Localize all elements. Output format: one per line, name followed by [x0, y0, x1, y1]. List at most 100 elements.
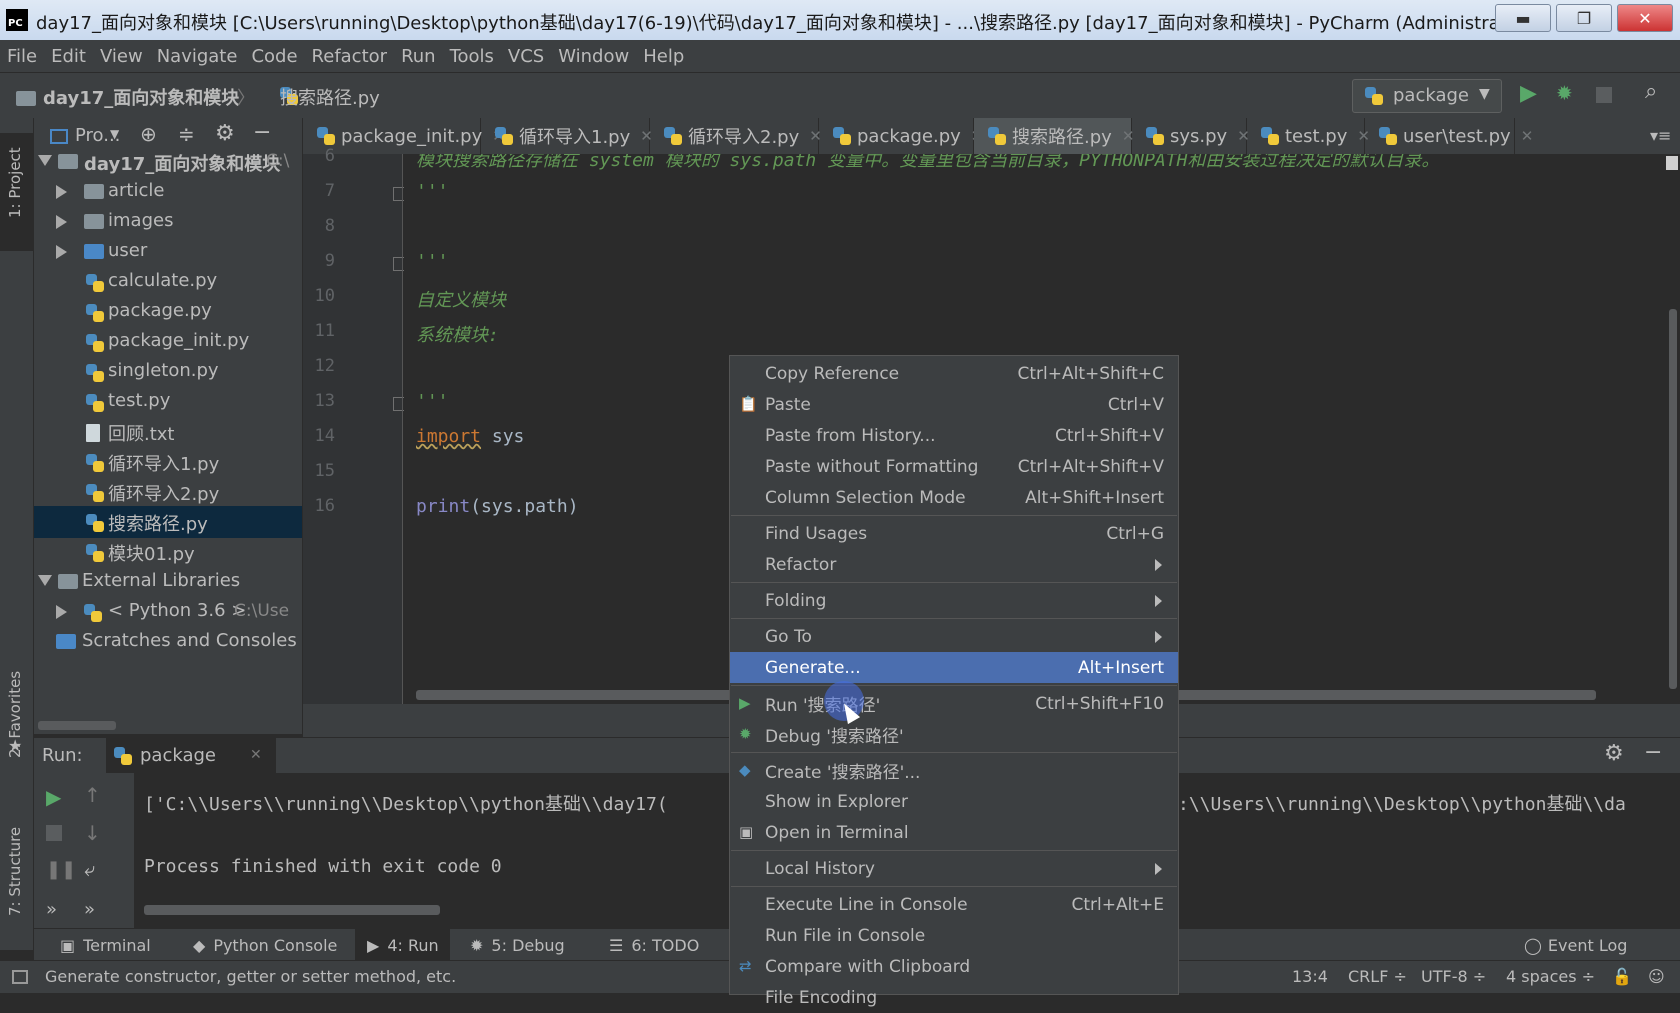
run-tab-package[interactable]: package ✕	[106, 738, 276, 774]
bottom-tab-todo[interactable]: ☰ 6: TODO	[597, 929, 722, 961]
hide-panel-icon[interactable]: −	[253, 120, 271, 145]
rerun-icon[interactable]: ▶	[46, 785, 61, 809]
collapse-all-icon[interactable]: ≑	[178, 122, 195, 146]
minimize-button[interactable]: ▬	[1495, 4, 1551, 32]
expand-right-icon[interactable]	[56, 215, 67, 229]
menu-item-run[interactable]: ▶ Run '搜索路径' Ctrl+Shift+F10	[730, 688, 1178, 719]
menu-item-run-file-in-console[interactable]: Run File in Console	[730, 920, 1178, 951]
menu-item-refactor[interactable]: Refactor	[730, 549, 1178, 580]
tree-item[interactable]: calculate.py	[34, 266, 302, 298]
menu-item-find-usages[interactable]: Find Usages Ctrl+G	[730, 518, 1178, 549]
stop-icon[interactable]	[1596, 87, 1612, 103]
tree-item[interactable]: < Python 3.6 > C:\Use	[34, 596, 302, 628]
inspector-icon[interactable]: ☺	[1648, 967, 1665, 986]
expand-down-icon[interactable]	[38, 575, 52, 586]
hide-panel-icon[interactable]: −	[1644, 740, 1662, 765]
tree-item[interactable]: 模块01.py	[34, 536, 302, 568]
menu-item-compare-with-clipboard[interactable]: ⇄ Compare with Clipboard	[730, 951, 1178, 982]
menu-item-generate[interactable]: Generate... Alt+Insert	[730, 652, 1178, 683]
expand-right-icon[interactable]	[56, 245, 67, 259]
breadcrumb-file[interactable]: 搜索路径.py	[280, 84, 380, 110]
close-tab-icon[interactable]: ✕	[250, 747, 262, 763]
tree-item[interactable]: 循环导入2.py	[34, 476, 302, 508]
tree-item[interactable]: article	[34, 176, 302, 208]
menu-help[interactable]: Help	[636, 46, 691, 67]
menu-item-local-history[interactable]: Local History	[730, 853, 1178, 884]
file-encoding[interactable]: UTF-8 ÷	[1421, 967, 1486, 986]
bottom-tab-terminal[interactable]: ▣ Terminal	[48, 929, 173, 961]
up-arrow-icon[interactable]: ↑	[84, 783, 101, 807]
menu-item-paste-from-history[interactable]: Paste from History... Ctrl+Shift+V	[730, 420, 1178, 451]
editor-tab[interactable]: user\test.py ✕	[1365, 118, 1533, 154]
down-arrow-icon[interactable]: ↓	[84, 821, 101, 845]
event-log-button[interactable]: ◯ Event Log	[1524, 929, 1674, 961]
menu-item-paste[interactable]: 📋 Paste Ctrl+V	[730, 389, 1178, 420]
editor-vertical-scrollbar[interactable]	[1669, 309, 1677, 689]
tree-item[interactable]: External Libraries	[34, 566, 302, 598]
expand-right-icon[interactable]	[56, 605, 67, 619]
menu-window[interactable]: Window	[551, 46, 636, 67]
line-separator[interactable]: CRLF ÷	[1348, 967, 1407, 986]
editor-tab[interactable]: package.py✕	[819, 118, 983, 154]
gear-icon[interactable]: ⚙	[1604, 741, 1624, 766]
editor-tab[interactable]: 搜索路径.py ✕	[974, 118, 1134, 154]
caret-position[interactable]: 13:4	[1292, 967, 1328, 986]
bottom-tab-debug[interactable]: ✹ 5: Debug	[458, 929, 589, 961]
tree-item[interactable]: 循环导入1.py	[34, 446, 302, 478]
debug-bug-icon[interactable]: ✹	[1556, 81, 1573, 105]
tree-item[interactable]: user	[34, 236, 302, 268]
menu-tools[interactable]: Tools	[443, 46, 501, 67]
editor-tab[interactable]: sys.py ✕	[1132, 118, 1250, 154]
menu-navigate[interactable]: Navigate	[150, 46, 245, 67]
pause-icon[interactable]: ❚❚	[46, 859, 76, 880]
bottom-tab-run[interactable]: ▶ 4: Run	[355, 929, 450, 961]
editor-tab[interactable]: test.py ✕	[1247, 118, 1370, 154]
more-icon[interactable]: »	[84, 899, 95, 920]
menu-item-go-to[interactable]: Go To	[730, 621, 1178, 652]
menu-view[interactable]: View	[93, 46, 150, 67]
menu-item-file-encoding[interactable]: File Encoding	[730, 982, 1178, 1013]
menu-refactor[interactable]: Refactor	[305, 46, 395, 67]
run-icon[interactable]: ▶	[1520, 81, 1537, 106]
editor-tab[interactable]: 循环导入2.py ✕	[650, 118, 822, 154]
toggle-tool-windows-icon[interactable]	[12, 970, 28, 984]
indent-setting[interactable]: 4 spaces ÷	[1506, 967, 1595, 986]
tree-item[interactable]: images	[34, 206, 302, 238]
structure-tool-tab[interactable]: 7: Structure	[6, 827, 24, 916]
search-everywhere-icon[interactable]: ⌕	[1645, 79, 1657, 104]
soft-wrap-icon[interactable]: ⤶	[84, 857, 95, 881]
menu-vcs[interactable]: VCS	[501, 46, 551, 67]
tree-item[interactable]: package_init.py	[34, 326, 302, 358]
menu-item-open-in-terminal[interactable]: ▣ Open in Terminal	[730, 817, 1178, 848]
gear-icon[interactable]: ⚙	[215, 121, 235, 146]
menu-item-create[interactable]: ◆ Create '搜索路径'...	[730, 755, 1178, 786]
run-config-dropdown[interactable]: package ▼	[1352, 79, 1502, 113]
project-tree-scrollbar[interactable]	[38, 721, 116, 730]
menu-item-show-in-explorer[interactable]: Show in Explorer	[730, 786, 1178, 817]
more-icon[interactable]: »	[46, 899, 57, 920]
console-scrollbar[interactable]	[144, 905, 440, 915]
locate-icon[interactable]: ⊕	[140, 122, 157, 146]
tree-item[interactable]: 回顾.txt	[34, 416, 302, 448]
tree-item[interactable]: Scratches and Consoles	[34, 626, 302, 658]
expand-right-icon[interactable]	[56, 185, 67, 199]
close-tab-icon[interactable]: ✕	[1521, 127, 1534, 145]
expand-down-icon[interactable]	[38, 155, 52, 166]
tree-item[interactable]: package.py	[34, 296, 302, 328]
lock-icon[interactable]: 🔓	[1612, 967, 1632, 986]
menu-item-folding[interactable]: Folding	[730, 585, 1178, 616]
menu-item-paste-without-formatting[interactable]: Paste without Formatting Ctrl+Alt+Shift+V	[730, 451, 1178, 482]
menu-code[interactable]: Code	[244, 46, 304, 67]
menu-item-debug[interactable]: ✹ Debug '搜索路径'	[730, 719, 1178, 750]
restore-button[interactable]: ❐	[1556, 4, 1612, 32]
tree-item[interactable]: test.py	[34, 386, 302, 418]
editor-tab[interactable]: 循环导入1.py ✕	[481, 118, 653, 154]
menu-item-execute-line-in-console[interactable]: Execute Line in Console Ctrl+Alt+E	[730, 889, 1178, 920]
menu-edit[interactable]: Edit	[44, 46, 93, 67]
menu-item-copy-reference[interactable]: Copy Reference Ctrl+Alt+Shift+C	[730, 358, 1178, 389]
close-window-button[interactable]: ✕	[1617, 4, 1673, 32]
menu-item-column-selection-mode[interactable]: Column Selection Mode Alt+Shift+Insert	[730, 482, 1178, 513]
bottom-tab-python-console[interactable]: ◆ Python Console	[181, 929, 347, 961]
tree-item[interactable]: singleton.py	[34, 356, 302, 388]
tree-item[interactable]: 搜索路径.py	[34, 506, 302, 538]
